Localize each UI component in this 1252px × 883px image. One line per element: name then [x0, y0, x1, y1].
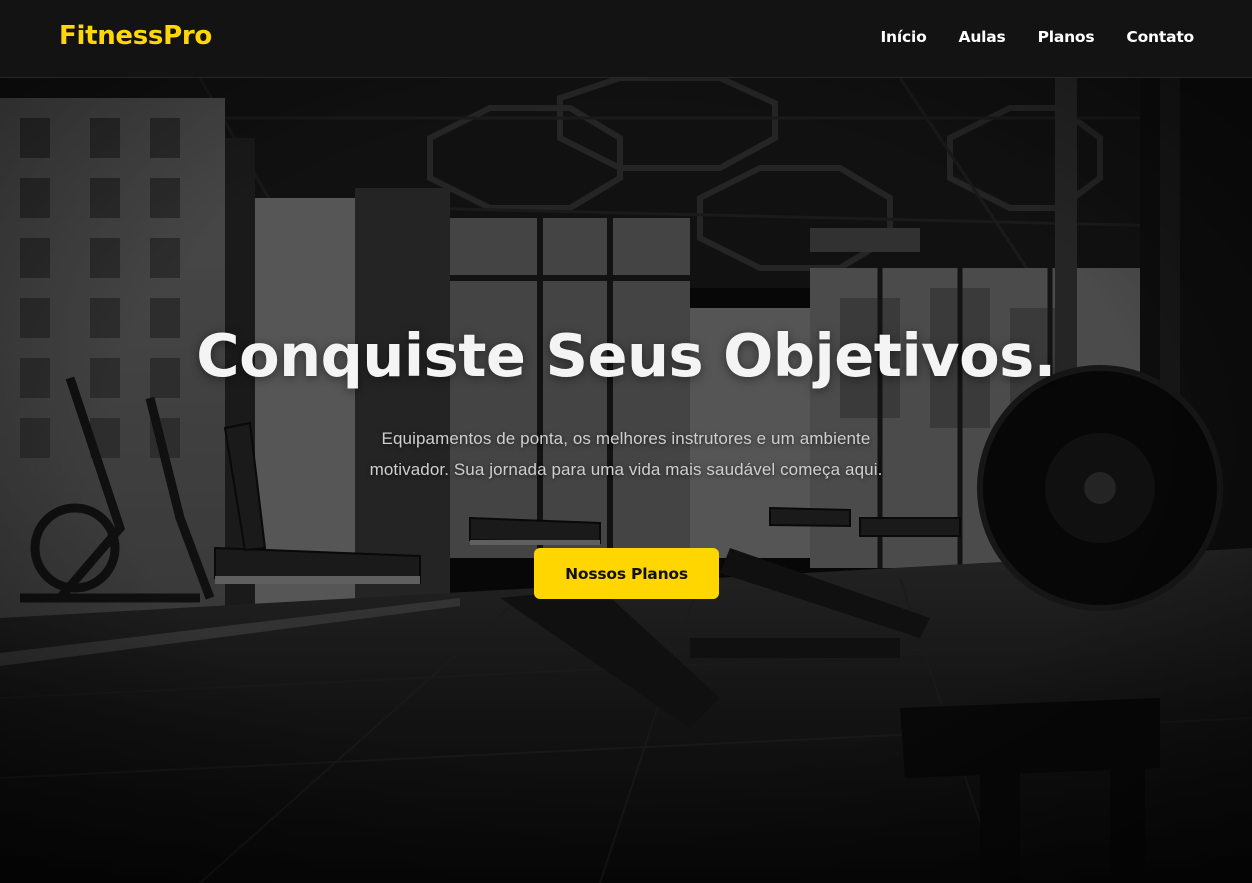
logo[interactable]: FitnessPro: [59, 21, 212, 51]
hero-subtitle: Equipamentos de ponta, os melhores instr…: [369, 429, 883, 479]
hero-title: Conquiste Seus Objetivos.: [196, 321, 1056, 390]
page: FitnessPro Início Aulas Planos Contato C…: [0, 0, 1252, 883]
site-header: FitnessPro Início Aulas Planos Contato: [0, 0, 1252, 78]
nav-link-aulas[interactable]: Aulas: [959, 28, 1006, 46]
main-nav: Início Aulas Planos Contato: [880, 28, 1194, 46]
nav-link-inicio[interactable]: Início: [880, 28, 926, 46]
hero-section: Conquiste Seus Objetivos. Equipamentos d…: [0, 78, 1252, 883]
nav-link-planos[interactable]: Planos: [1038, 28, 1095, 46]
nav-link-contato[interactable]: Contato: [1126, 28, 1194, 46]
hero-content: Conquiste Seus Objetivos. Equipamentos d…: [0, 78, 1252, 883]
nossos-planos-button[interactable]: Nossos Planos: [534, 548, 719, 599]
